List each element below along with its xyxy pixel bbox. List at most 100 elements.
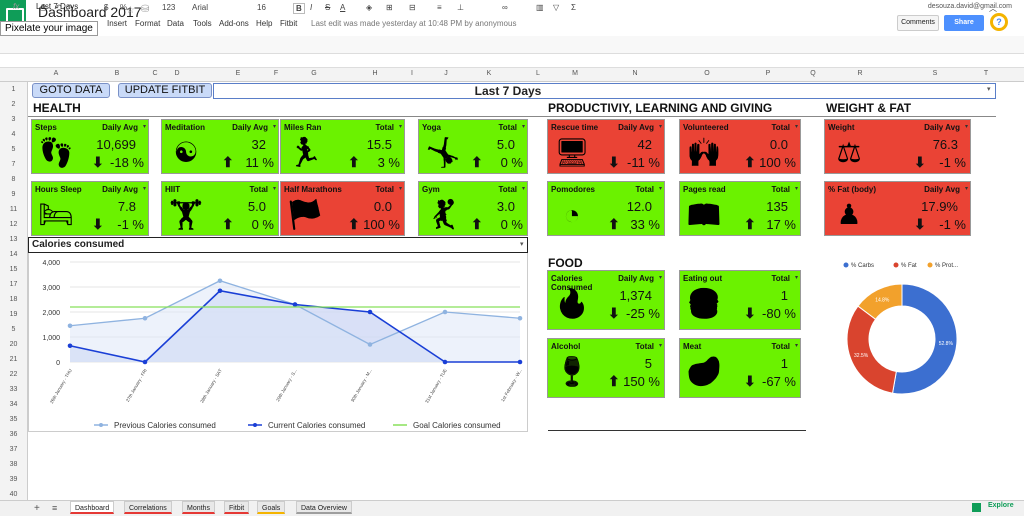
last-edit[interactable]: Last edit was made yesterday at 10:48 PM… [311,19,516,28]
comments-button[interactable]: Comments [897,15,939,31]
column-header-cell[interactable]: D [169,70,185,77]
chevron-down-icon[interactable]: ▾ [399,123,402,130]
sheet-tab[interactable]: Fitbit [224,501,250,514]
chevron-down-icon[interactable]: ▾ [795,342,798,349]
user-email[interactable]: desouza.david@gmail.com [928,3,1012,10]
chevron-down-icon[interactable]: ▾ [987,85,991,93]
chevron-down-icon[interactable]: ▾ [522,123,525,130]
chevron-down-icon[interactable]: ▾ [143,123,146,130]
folder-icon[interactable]: ⛁ [141,4,149,15]
column-header-cell[interactable]: O [699,70,715,77]
font-select[interactable]: Arial [192,3,208,12]
explore-icon[interactable] [972,503,981,512]
goto-data-button[interactable]: GOTO DATA [32,83,110,98]
row-header-cell[interactable]: 38 [0,461,27,468]
row-header-cell[interactable]: 7 [0,161,27,168]
column-header-cell[interactable]: E [230,70,246,77]
align-icon[interactable]: ≡ [437,3,442,12]
valign-icon[interactable]: ⊥ [457,3,464,12]
row-header-cell[interactable]: 35 [0,416,27,423]
functions-icon[interactable]: Σ [571,3,576,12]
sheet-tab[interactable]: Correlations [124,501,172,514]
column-header-cell[interactable]: H [367,70,383,77]
chevron-down-icon[interactable]: ▾ [520,240,524,248]
font-size-select[interactable]: 16 [257,3,266,12]
row-header-cell[interactable]: 9 [0,191,27,198]
row-header-cell[interactable]: 21 [0,356,27,363]
column-header-cell[interactable]: N [627,70,643,77]
column-header-cell[interactable]: K [481,70,497,77]
sheet-tab[interactable]: Goals [257,501,286,514]
column-header-cell[interactable]: L [530,70,546,77]
menu-format[interactable]: Format [135,19,160,28]
chevron-down-icon[interactable]: ▾ [273,123,276,130]
row-header-cell[interactable]: 19 [0,311,27,318]
period-select[interactable]: Last 7 Days [410,84,606,98]
row-header-cell[interactable]: 11 [0,206,27,213]
link-icon[interactable]: ∞ [502,3,508,12]
row-header-cell[interactable]: 5 [0,326,27,333]
chevron-down-icon[interactable]: ▾ [659,123,662,130]
chevron-down-icon[interactable]: ▾ [143,185,146,192]
sheet-tab[interactable]: Months [182,501,215,514]
menu-data[interactable]: Data [167,19,184,28]
row-header-cell[interactable]: 34 [0,401,27,408]
row-header-cell[interactable]: 17 [0,281,27,288]
menu-insert[interactable]: Insert [107,19,127,28]
chevron-down-icon[interactable]: ▾ [965,185,968,192]
row-header-cell[interactable]: 2 [0,101,27,108]
chevron-down-icon[interactable]: ▾ [659,274,662,281]
column-header-cell[interactable]: C [147,70,163,77]
borders-icon[interactable]: ⊞ [386,3,393,12]
menu-addons[interactable]: Add-ons [219,19,249,28]
row-header-cell[interactable]: 15 [0,266,27,273]
text-color-button[interactable]: A [340,3,345,12]
row-header-cell[interactable]: 37 [0,446,27,453]
row-header-cell[interactable]: 1 [0,86,27,93]
column-header-cell[interactable]: M [567,70,583,77]
column-header-cell[interactable]: R [852,70,868,77]
chevron-down-icon[interactable]: ▾ [522,185,525,192]
menu-tools[interactable]: Tools [193,19,212,28]
column-header-cell[interactable]: T [978,70,994,77]
chevron-down-icon[interactable]: ▾ [795,185,798,192]
row-header-cell[interactable]: 8 [0,176,27,183]
merge-icon[interactable]: ⊟ [409,3,416,12]
chevron-down-icon[interactable]: ▾ [273,185,276,192]
row-header-cell[interactable]: 33 [0,386,27,393]
number-format[interactable]: 123 [162,3,175,12]
column-header-cell[interactable]: I [404,70,420,77]
sheet-tab[interactable]: Dashboard [70,501,115,514]
column-header-cell[interactable]: B [109,70,125,77]
strikethrough-button[interactable]: S [325,3,330,12]
chevron-down-icon[interactable]: ▾ [659,342,662,349]
help-icon[interactable]: ? [990,13,1008,31]
row-header-cell[interactable]: 4 [0,131,27,138]
column-header-cell[interactable]: G [306,70,322,77]
row-header-cell[interactable]: 14 [0,251,27,258]
row-header-cell[interactable]: 3 [0,116,27,123]
row-header-cell[interactable]: 5 [0,146,27,153]
row-header-cell[interactable]: 36 [0,431,27,438]
chevron-down-icon[interactable]: ▾ [795,274,798,281]
row-header-cell[interactable]: 20 [0,341,27,348]
share-button[interactable]: Share [944,15,984,31]
column-header-cell[interactable]: J [438,70,454,77]
menu-help[interactable]: Help [256,19,272,28]
chevron-down-icon[interactable]: ▾ [399,185,402,192]
star-icon[interactable]: ☆ [126,5,135,16]
column-header-cell[interactable]: A [48,70,64,77]
formula-input[interactable]: Last 7 Days [36,2,78,11]
explore-button[interactable]: Explore [988,502,1014,509]
update-fitbit-button[interactable]: UPDATE FITBIT [118,83,212,98]
percent-icon[interactable]: % [120,3,127,12]
filter-icon[interactable]: ▽ [553,3,559,12]
sheet-list-icon[interactable]: ≡ [52,503,57,513]
chevron-down-icon[interactable]: ▾ [659,185,662,192]
column-header-cell[interactable]: F [268,70,284,77]
italic-button[interactable]: I [310,3,312,12]
column-header-cell[interactable]: S [927,70,943,77]
row-header-cell[interactable]: 12 [0,221,27,228]
column-header-cell[interactable]: P [760,70,776,77]
bold-button[interactable]: B [293,3,305,14]
